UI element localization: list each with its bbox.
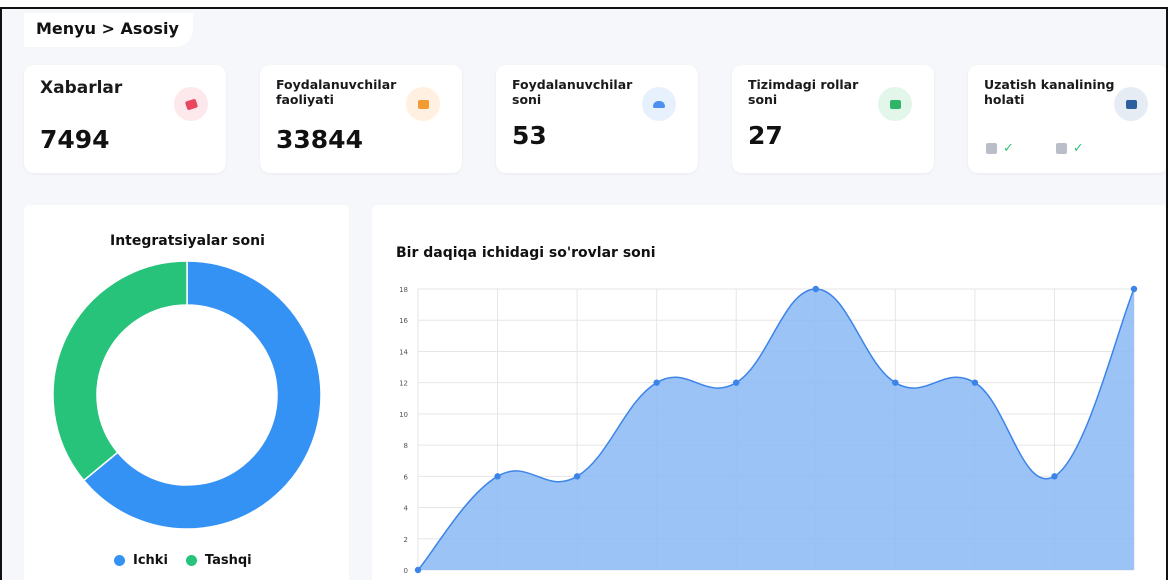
data-point (971, 379, 979, 386)
dashboard-frame: Menyu > Asosiy Xabarlar 7494 Foydalanuvc… (0, 7, 1168, 580)
legend-dot-tashqi (185, 555, 197, 566)
data-point (494, 473, 501, 480)
y-tick-label: 12 (399, 380, 408, 388)
legend-label-ichki: Ichki (133, 553, 168, 568)
y-tick-label: 4 (404, 505, 409, 513)
card-tizimdagi-rollar-soni[interactable]: Tizimdagi rollar soni 27 (732, 65, 934, 173)
channel-status-row: ✓ ✓ (986, 141, 1084, 156)
y-tick-label: 16 (399, 317, 408, 325)
area-chart: 0 2 4 6 8 10 12 14 16 18 (399, 285, 1138, 575)
y-tick-label: 6 (404, 473, 409, 481)
data-point (892, 379, 899, 386)
network-icon (1114, 87, 1148, 121)
card-value: 27 (748, 121, 783, 150)
activity-icon (406, 87, 440, 121)
card-title: Uzatish kanalining holati (984, 77, 1115, 107)
y-tick-label: 14 (399, 348, 408, 356)
channel-status-2: ✓ (1055, 141, 1084, 156)
card-uzatish-kanali[interactable]: Uzatish kanalining holati ✓ ✓ (968, 65, 1166, 173)
donut-chart (52, 260, 322, 530)
check-icon: ✓ (1072, 141, 1084, 156)
legend-item-tashqi[interactable]: Tashqi (185, 553, 252, 568)
area-title: Bir daqiqa ichidagi so'rovlar soni (396, 245, 656, 261)
donut-slice-tashqi (52, 260, 188, 482)
area-fill (418, 289, 1134, 570)
card-foydalanuvchilar-faoliyati[interactable]: Foydalanuvchilar faoliyati 33844 (260, 65, 462, 173)
data-point (733, 379, 740, 386)
card-foydalanuvchilar-soni[interactable]: Foydalanuvchilar soni 53 (496, 65, 698, 173)
legend-item-ichki[interactable]: Ichki (114, 553, 168, 568)
card-title: Foydalanuvchilar soni (512, 77, 633, 107)
roles-icon (878, 87, 912, 121)
chat-icon (174, 87, 208, 121)
y-tick-label: 0 (404, 567, 408, 575)
data-point (1130, 285, 1138, 293)
card-title: Xabarlar (40, 78, 123, 98)
breadcrumb: Menyu > Asosiy (24, 13, 193, 47)
y-tick-label: 18 (399, 286, 408, 294)
area-panel: Bir daqiqa ichidagi so'rovlar soni 0 2 4 6 8… (372, 205, 1166, 580)
data-point (414, 566, 422, 574)
users-icon (642, 87, 676, 121)
card-xabarlar[interactable]: Xabarlar 7494 (24, 65, 226, 173)
data-point (653, 379, 660, 386)
card-title: Foydalanuvchilar faoliyati (276, 77, 397, 107)
y-tick-label: 10 (399, 411, 408, 419)
card-value: 33844 (276, 125, 363, 154)
donut-panel: Integratsiyalar soni Ichki Tashqi (24, 205, 349, 580)
server-icon (986, 143, 997, 154)
data-point (1051, 473, 1058, 480)
donut-legend: Ichki Tashqi (114, 553, 252, 568)
data-point (573, 473, 581, 480)
check-icon: ✓ (1003, 141, 1014, 156)
card-title: Tizimdagi rollar soni (748, 77, 859, 107)
data-point (812, 285, 819, 293)
legend-dot-ichki (114, 555, 125, 566)
card-value: 7494 (40, 125, 110, 154)
server-icon (1055, 143, 1067, 154)
legend-label-tashqi: Tashqi (204, 553, 252, 568)
channel-status-1: ✓ (986, 141, 1014, 156)
y-tick-label: 8 (404, 442, 408, 450)
y-tick-label: 2 (404, 536, 408, 544)
card-value: 53 (512, 121, 547, 150)
